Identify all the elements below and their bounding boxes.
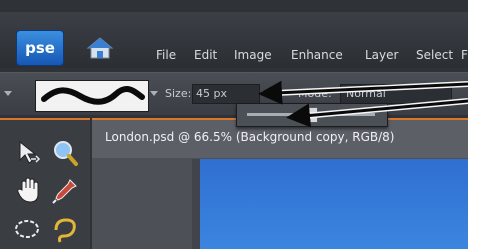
hand-icon[interactable] xyxy=(14,176,44,206)
brush-stroke-icon xyxy=(41,86,145,105)
document-title: London.psd @ 66.5% (Background copy, RGB… xyxy=(105,130,395,144)
move-icon[interactable] xyxy=(14,138,44,168)
home-icon[interactable] xyxy=(86,36,114,60)
size-slider-thumb[interactable] xyxy=(306,107,318,123)
canvas-gutter xyxy=(192,159,200,249)
size-slider-popup xyxy=(236,103,388,127)
app-logo-text: pse xyxy=(25,39,55,57)
menu-file[interactable]: File xyxy=(156,48,176,62)
tool-options-bar: Size: 45 px Mode: Normal xyxy=(0,72,468,115)
eyedropper-icon[interactable] xyxy=(50,176,80,206)
page-margin xyxy=(468,0,477,249)
menu-select[interactable]: Select xyxy=(416,48,453,62)
size-dropdown-caret-icon[interactable] xyxy=(262,91,270,96)
quick-selection-icon[interactable] xyxy=(50,216,80,246)
toolbox xyxy=(0,118,90,249)
menu-filter-partial[interactable]: F xyxy=(461,48,468,62)
brush-preview[interactable] xyxy=(35,80,149,112)
zoom-icon[interactable] xyxy=(50,138,80,168)
lasso-icon[interactable] xyxy=(12,216,42,246)
size-value[interactable]: 45 px xyxy=(196,87,227,100)
editor-window: pse File Edit Image Enhance Layer Select… xyxy=(0,0,468,249)
mode-label: Mode: xyxy=(298,87,332,100)
menu-image[interactable]: Image xyxy=(234,48,272,62)
document-area: London.psd @ 66.5% (Background copy, RGB… xyxy=(92,118,468,249)
app-logo[interactable]: pse xyxy=(16,30,64,66)
menu-layer[interactable]: Layer xyxy=(365,48,398,62)
image-canvas[interactable] xyxy=(200,159,468,249)
mode-value[interactable]: Normal xyxy=(346,87,386,100)
menu-bar: pse File Edit Image Enhance Layer Select… xyxy=(0,12,468,68)
menu-edit[interactable]: Edit xyxy=(194,48,217,62)
tool-preset-caret-icon[interactable] xyxy=(4,91,12,96)
menu-enhance[interactable]: Enhance xyxy=(291,48,343,62)
size-label: Size: xyxy=(165,87,192,100)
brush-caret-icon[interactable] xyxy=(150,91,158,96)
